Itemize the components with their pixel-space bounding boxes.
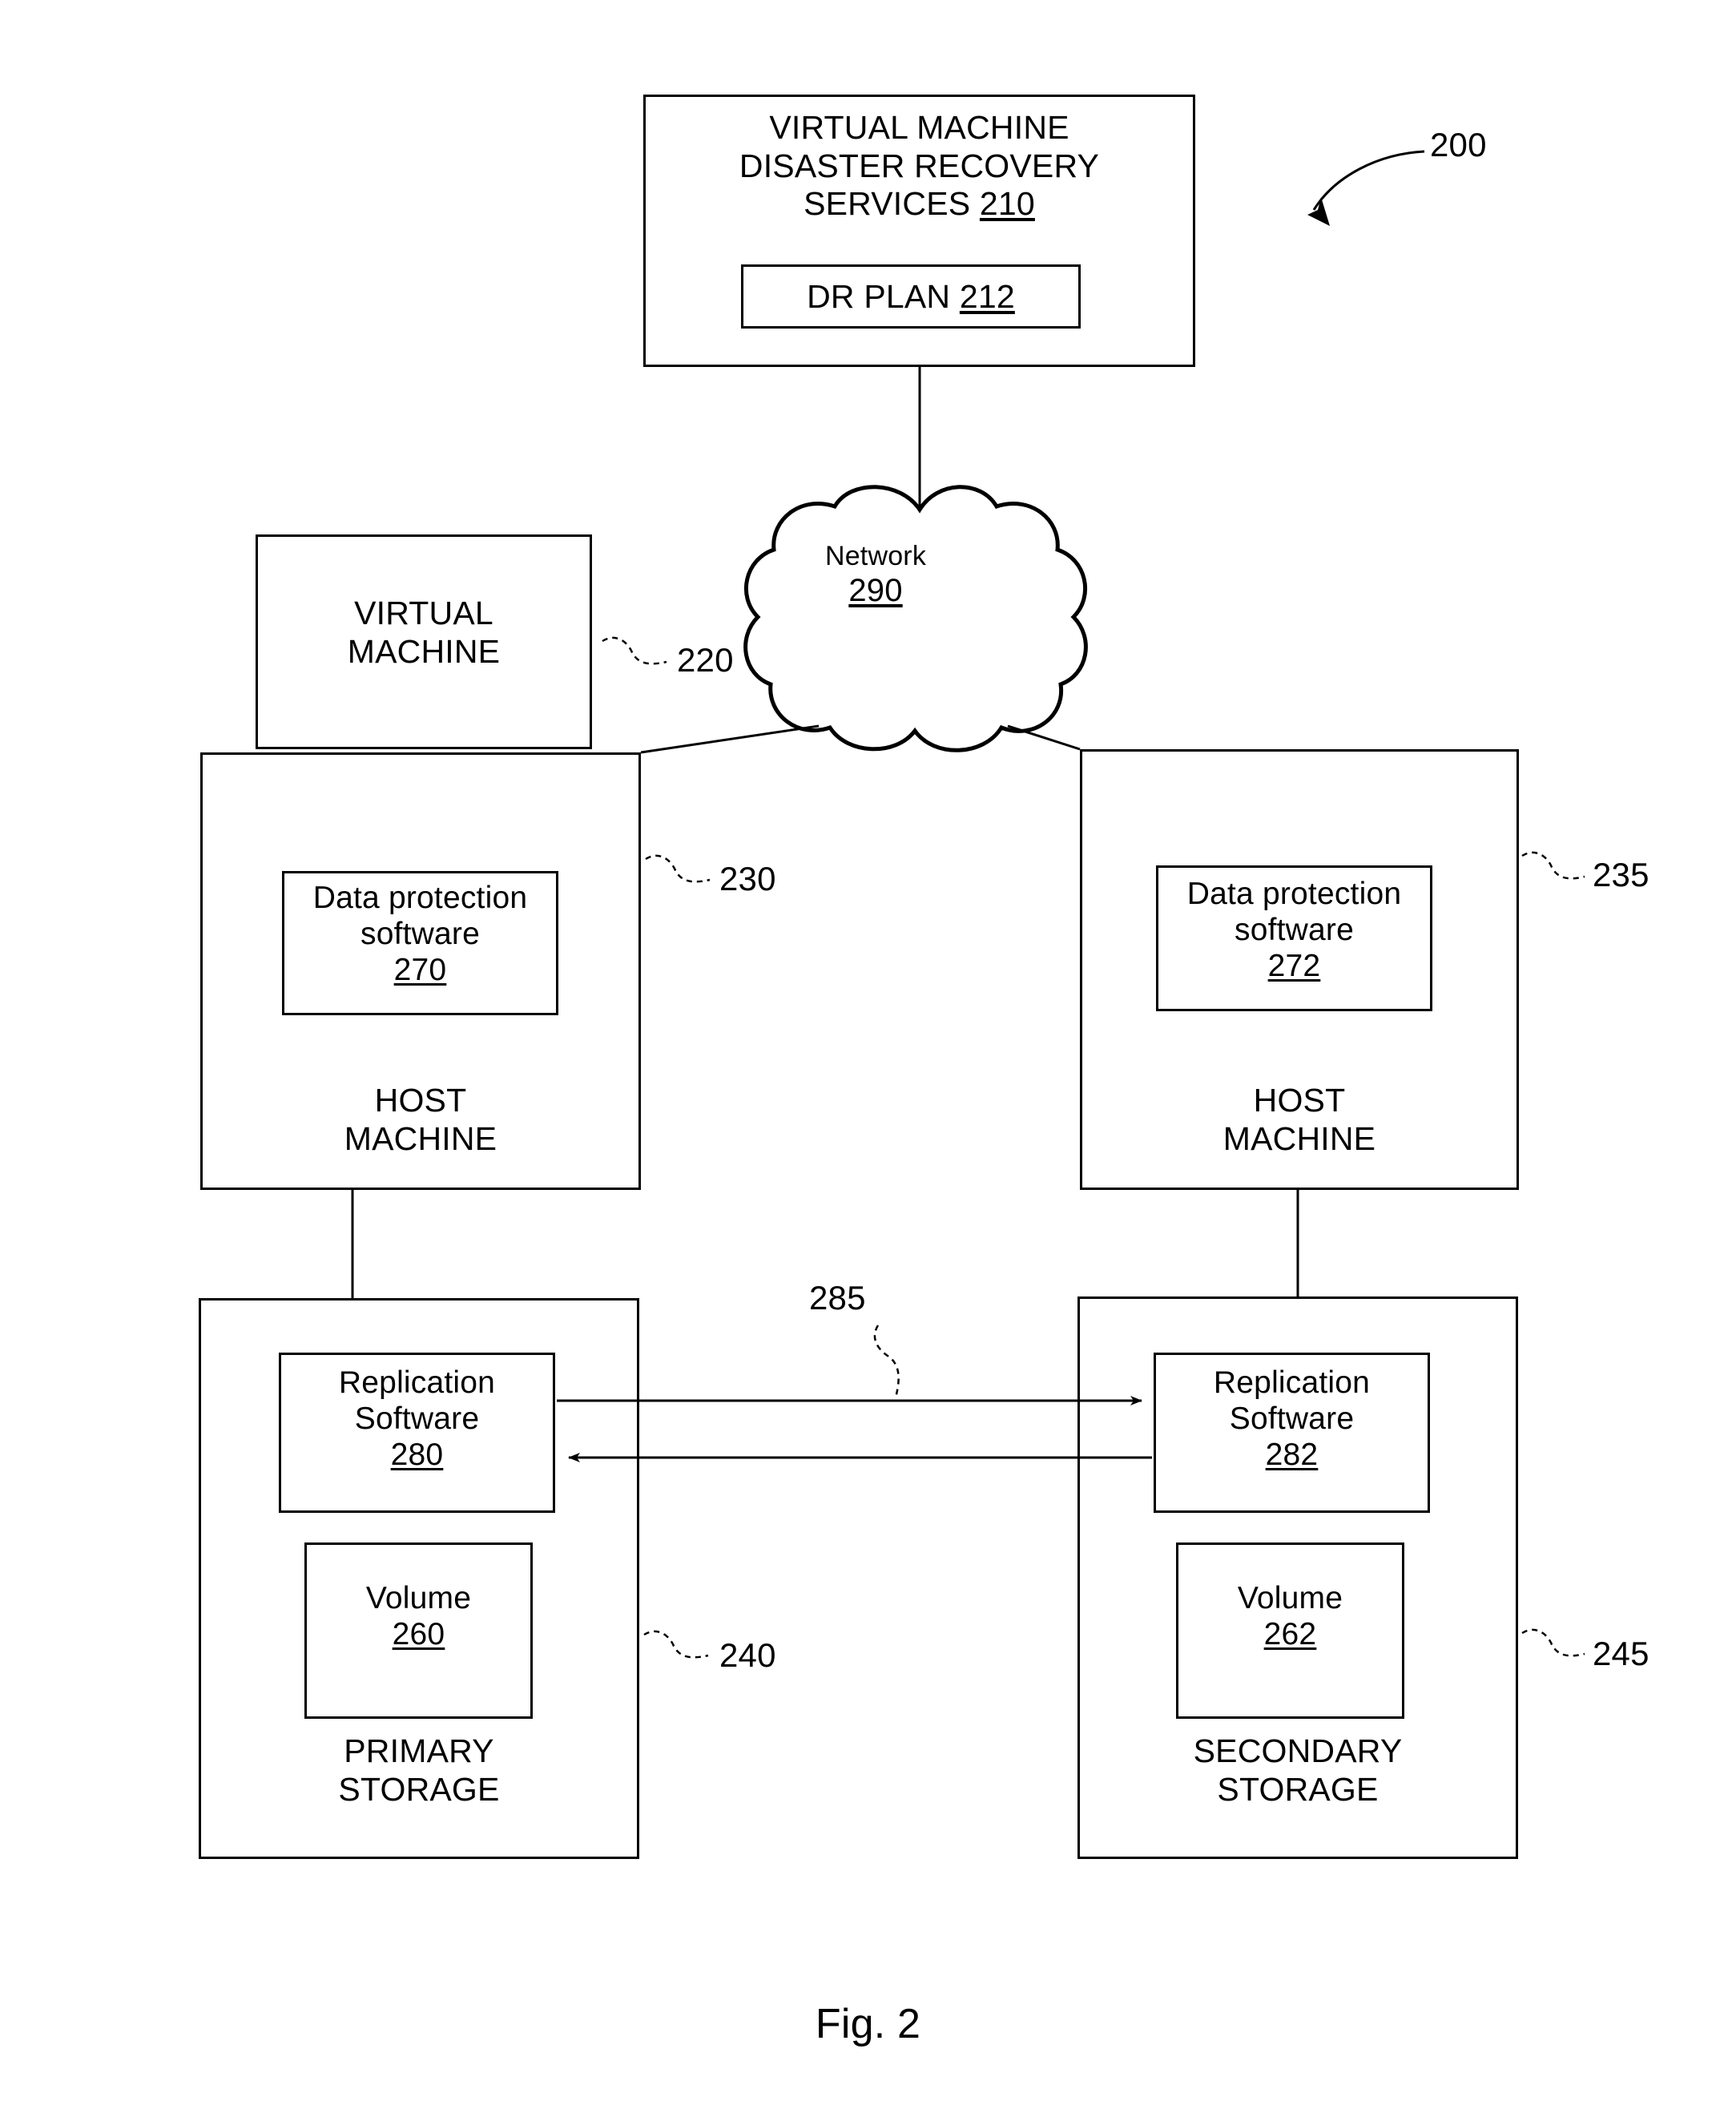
ref-285: 285 [809, 1279, 866, 1317]
figure-ref-200: 200 [1430, 126, 1487, 163]
dps-left-title-text: Data protection software [312, 881, 528, 952]
primary-storage-label: PRIMARY STORAGE [338, 1732, 500, 1808]
ref-235: 235 [1593, 856, 1649, 893]
secondary-storage-label: SECONDARY STORAGE [1193, 1732, 1403, 1808]
network-cloud-shape [743, 485, 1088, 752]
volume-right-label: Volume 262 [1176, 1580, 1404, 1652]
ref-245: 245 [1593, 1635, 1649, 1672]
replication-software-left-label: Replication Software 280 [279, 1365, 555, 1474]
ref-220: 220 [677, 641, 734, 679]
replication-software-right-label: Replication Software 282 [1154, 1365, 1430, 1474]
host-machine-right-label: HOST MACHINE [1222, 1082, 1376, 1157]
connector-network-to-host-left [640, 724, 820, 754]
dps-left-ref: 270 [393, 953, 447, 988]
dr-plan-label: DR PLAN 212 [741, 278, 1081, 317]
host-machine-left-label: HOST MACHINE [344, 1082, 497, 1157]
dr-plan-title-text: DR PLAN [807, 278, 960, 315]
vol-right-ref: 262 [1263, 1617, 1317, 1652]
data-protection-software-right-label: Data protection software 272 [1156, 876, 1432, 985]
repl-left-title-text: Replication Software [338, 1365, 496, 1437]
vol-left-title-text: Volume [365, 1581, 472, 1615]
dps-right-title-text: Data protection software [1186, 877, 1402, 948]
leader-230 [645, 854, 711, 883]
network-title-text: Network [824, 541, 927, 571]
dps-right-ref: 272 [1267, 949, 1321, 984]
data-protection-software-left-label: Data protection software 270 [282, 880, 558, 989]
dr-services-title-text: VIRTUAL MACHINE DISASTER RECOVERY SERVIC… [739, 109, 1100, 223]
repl-left-ref: 280 [390, 1438, 444, 1473]
ref-240: 240 [719, 1636, 776, 1674]
leader-235 [1521, 851, 1585, 880]
leader-285 [873, 1325, 900, 1398]
leader-240 [643, 1630, 709, 1659]
leader-245 [1521, 1628, 1585, 1657]
vol-left-ref: 260 [392, 1617, 445, 1652]
virtual-machine-label: VIRTUAL MACHINE [347, 595, 501, 670]
network-label: Network 290 [759, 541, 992, 610]
volume-left-label: Volume 260 [304, 1580, 533, 1652]
dr-plan-ref: 212 [959, 278, 1015, 315]
network-ref: 290 [848, 573, 903, 609]
figure-caption: Fig. 2 [815, 2001, 921, 2047]
ref-230: 230 [719, 860, 776, 897]
dr-services-label: VIRTUAL MACHINE DISASTER RECOVERY SERVIC… [643, 109, 1195, 224]
connector-network-to-host-right [1007, 724, 1081, 751]
repl-right-title-text: Replication Software [1213, 1365, 1371, 1437]
repl-right-ref: 282 [1265, 1438, 1319, 1473]
leader-200-curve [1312, 150, 1425, 211]
leader-220 [602, 636, 667, 665]
patent-figure-2: VIRTUAL MACHINE DISASTER RECOVERY SERVIC… [0, 0, 1736, 2101]
vol-right-title-text: Volume [1237, 1581, 1343, 1615]
dr-services-ref: 210 [979, 185, 1035, 223]
